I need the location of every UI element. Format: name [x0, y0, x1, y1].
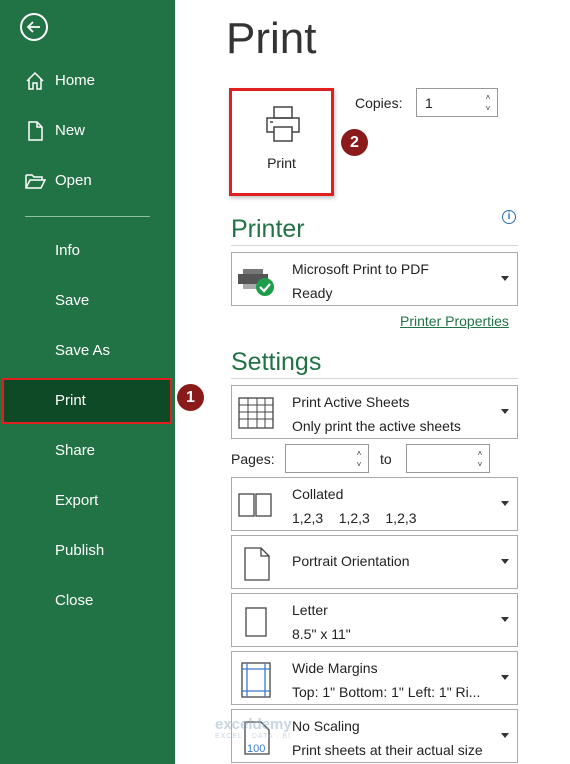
sidebar-item-label: Home [55, 72, 96, 89]
copies-spinner[interactable]: 1 ˄ ˅ [416, 88, 498, 117]
home-icon [26, 71, 44, 90]
paper-size-icon [245, 607, 267, 637]
back-arrow-icon[interactable] [20, 13, 48, 41]
chevron-down-icon [501, 276, 509, 281]
sidebar-item-label: Export [55, 492, 99, 509]
chevron-down-icon [501, 409, 509, 414]
sheets-grid-icon [238, 397, 274, 429]
scaling-subtitle: Print sheets at their actual size [292, 742, 483, 758]
sidebar-item-label: Publish [55, 542, 105, 559]
sidebar-item-label: New [55, 122, 86, 139]
paper-size-dropdown[interactable]: Letter 8.5" x 11" [231, 593, 518, 647]
sidebar-item-label: Open [55, 172, 92, 189]
print-button-label: Print [267, 155, 296, 171]
sidebar-item-label: Save As [55, 342, 111, 359]
printer-name: Microsoft Print to PDF [292, 261, 429, 277]
chevron-down-icon [501, 559, 509, 564]
margins-dropdown[interactable]: Wide Margins Top: 1" Bottom: 1" Left: 1"… [231, 651, 518, 705]
printer-properties-link[interactable]: Printer Properties [400, 313, 509, 329]
sidebar-item-share[interactable]: Share [0, 429, 175, 473]
collation-dropdown[interactable]: Collated 1,2,3 1,2,3 1,2,3 [231, 477, 518, 531]
new-document-icon [28, 121, 43, 141]
sidebar-item-info[interactable]: Info [0, 229, 175, 273]
collated-icon [238, 493, 272, 517]
section-divider [231, 245, 518, 246]
sidebar-item-print[interactable]: Print [2, 378, 172, 424]
step-badge-1: 1 [177, 384, 204, 411]
info-icon[interactable]: i [502, 210, 516, 224]
spinner-arrows-icon[interactable]: ˄ ˅ [483, 92, 493, 114]
printer-section-title: Printer [231, 215, 305, 243]
orientation-title: Portrait Orientation [292, 553, 410, 569]
page-title: Print [226, 14, 317, 63]
chevron-down-icon [501, 501, 509, 506]
print-sheets-dropdown[interactable]: Print Active Sheets Only print the activ… [231, 385, 518, 439]
folder-open-icon [25, 174, 46, 189]
collation-subtitle: 1,2,3 1,2,3 1,2,3 [292, 510, 417, 526]
sidebar-item-new[interactable]: New [0, 109, 175, 153]
sidebar-item-label: Print [55, 392, 86, 409]
watermark-name: exceldemy [215, 716, 292, 733]
pages-from-input[interactable]: ˄ ˅ [285, 444, 369, 473]
spinner-arrows-icon[interactable]: ˄ ˅ [354, 448, 364, 470]
chevron-down-icon [501, 733, 509, 738]
sidebar-item-label: Share [55, 442, 96, 459]
printer-ready-icon [238, 269, 274, 296]
sidebar-item-close[interactable]: Close [0, 579, 175, 623]
printer-status: Ready [292, 285, 333, 301]
pages-to-label: to [380, 451, 392, 467]
sidebar-item-export[interactable]: Export [0, 479, 175, 523]
sidebar-divider [25, 216, 150, 217]
pages-to-input[interactable]: ˄ ˅ [406, 444, 490, 473]
step-badge-2: 2 [341, 129, 368, 156]
spinner-arrows-icon[interactable]: ˄ ˅ [475, 448, 485, 470]
copies-label: Copies: [355, 95, 403, 111]
sidebar-item-open[interactable]: Open [0, 159, 175, 203]
scaling-title: No Scaling [292, 718, 360, 734]
print-button[interactable]: Print [229, 88, 334, 196]
margins-title: Wide Margins [292, 660, 378, 676]
margins-icon [241, 662, 271, 698]
sidebar-item-publish[interactable]: Publish [0, 529, 175, 573]
sheets-subtitle: Only print the active sheets [292, 418, 461, 434]
sidebar-item-label: Close [55, 592, 94, 609]
sidebar-item-label: Info [55, 242, 81, 259]
svg-text:100: 100 [247, 743, 265, 755]
sheets-title: Print Active Sheets [292, 394, 410, 410]
printer-icon [266, 106, 300, 142]
watermark-tagline: EXCEL · DATA · BI [215, 733, 291, 740]
sidebar-item-home[interactable]: Home [0, 59, 175, 103]
chevron-down-icon [501, 675, 509, 680]
section-divider [231, 378, 518, 379]
sidebar-item-label: Save [55, 292, 90, 309]
sidebar-item-save-as[interactable]: Save As [0, 329, 175, 373]
pages-label: Pages: [231, 451, 275, 467]
copies-value: 1 [425, 95, 433, 111]
watermark: exceldemy EXCEL · DATA · BI [215, 716, 292, 740]
settings-section-title: Settings [231, 348, 322, 376]
printer-dropdown[interactable]: Microsoft Print to PDF Ready [231, 252, 518, 306]
backstage-sidebar: Home New Open Info Save Save As Print Sh… [0, 0, 175, 764]
portrait-page-icon [244, 547, 270, 581]
paper-subtitle: 8.5" x 11" [292, 626, 351, 642]
margins-subtitle: Top: 1" Bottom: 1" Left: 1" Ri... [292, 684, 481, 700]
collation-title: Collated [292, 486, 344, 502]
paper-title: Letter [292, 602, 328, 618]
chevron-down-icon [501, 617, 509, 622]
orientation-dropdown[interactable]: Portrait Orientation [231, 535, 518, 589]
sidebar-item-save[interactable]: Save [0, 279, 175, 323]
